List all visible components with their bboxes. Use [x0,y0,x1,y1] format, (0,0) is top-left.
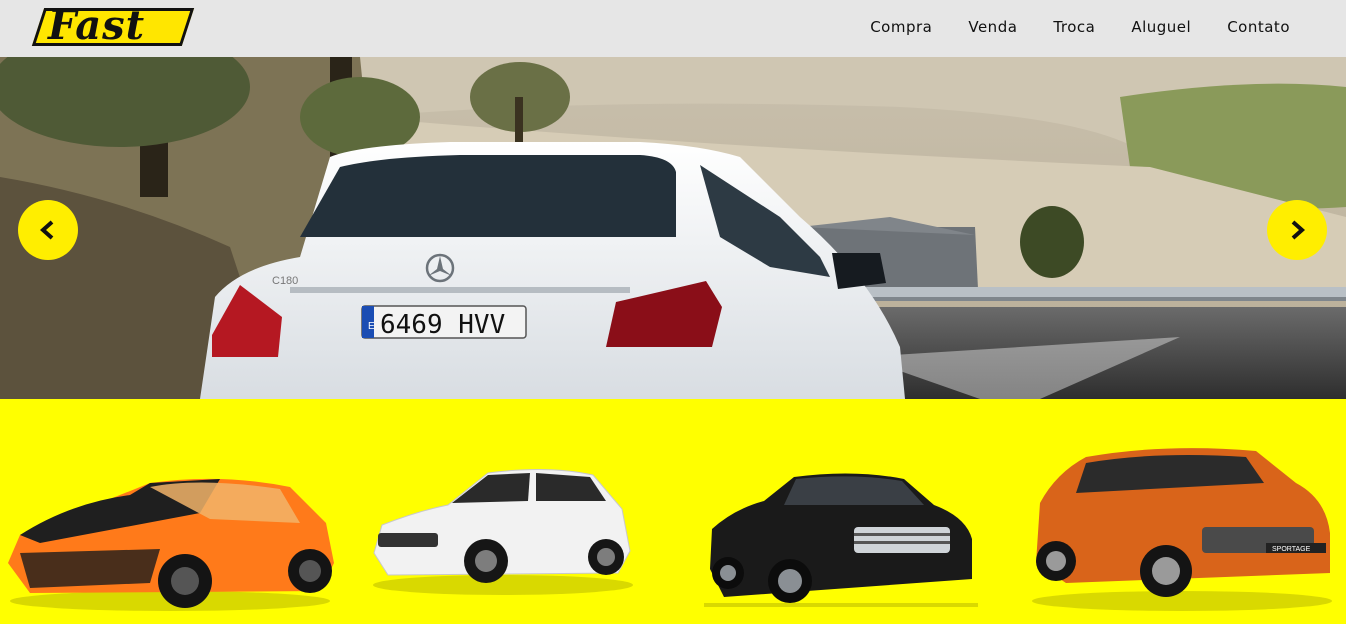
plate-region: E [368,321,375,332]
car-orange-coupe[interactable] [0,443,340,613]
plate-text: 6469 HVV [380,310,505,340]
main-nav: Compra Venda Troca Aluguel Contato [870,18,1290,36]
nav-item-contato[interactable]: Contato [1227,18,1290,36]
slider-next-button[interactable] [1267,200,1327,260]
suv-badge: SPORTAGE [1272,546,1311,553]
hero-slider: E 6469 HVV C180 [0,57,1346,399]
nav-item-compra[interactable]: Compra [870,18,932,36]
car-white-hatchback[interactable] [368,461,638,601]
hero-slide-image: E 6469 HVV C180 [0,57,1346,399]
nav-item-venda[interactable]: Venda [968,18,1017,36]
car-orange-suv[interactable]: SPORTAGE [1026,443,1338,613]
logo-text: Fast [48,2,146,49]
nav-item-aluguel[interactable]: Aluguel [1131,18,1191,36]
site-header: Fast Compra Venda Troca Aluguel Contato [0,0,1346,57]
brand-logo[interactable]: Fast [31,2,195,49]
featured-cars: SPORTAGE [0,403,1346,624]
chevron-left-icon [39,220,54,240]
nav-item-troca[interactable]: Troca [1053,18,1095,36]
model-badge: C180 [272,275,298,287]
chevron-right-icon [1291,220,1306,240]
car-black-sedan[interactable] [704,469,978,609]
slider-prev-button[interactable] [18,200,78,260]
